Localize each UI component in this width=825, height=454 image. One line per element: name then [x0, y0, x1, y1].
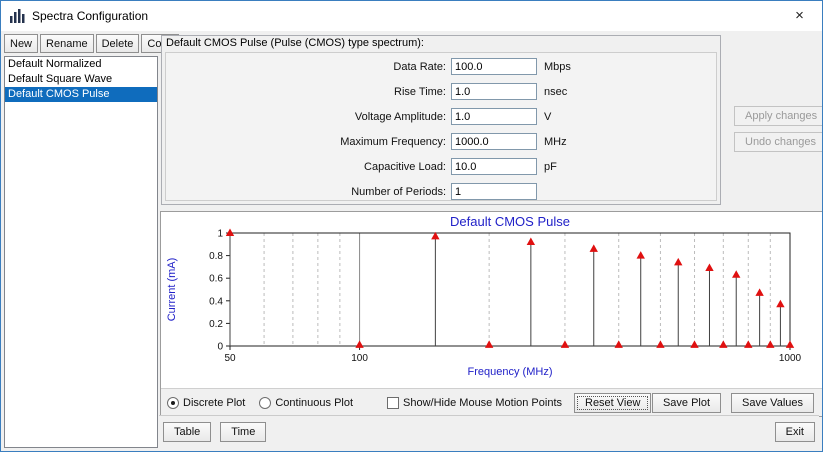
rename-button[interactable]: Rename [40, 34, 94, 53]
data-point-marker [776, 299, 785, 308]
data-point-marker [705, 263, 714, 272]
radio-label: Continuous Plot [275, 396, 354, 409]
data-point-marker [225, 228, 235, 236]
spectrum-chart[interactable]: Default CMOS Pulse 0 0.2 0.4 0.6 0.8 1 50 100 100… [161, 212, 822, 388]
app-icon [9, 8, 25, 24]
form-row: Maximum Frequency: MHz [166, 129, 716, 154]
continuous-plot-radio[interactable]: Continuous Plot [259, 396, 354, 409]
plot-controls: Discrete Plot Continuous Plot Show/Hide M… [161, 388, 822, 416]
x-axis-label: Frequency (MHz) [468, 366, 553, 378]
x-tick-label: 1000 [779, 353, 802, 364]
capacitive-load-input[interactable] [451, 158, 537, 175]
form-row: Rise Time: nsec [166, 79, 716, 104]
spectra-sidebar: NewRenameDeleteCopy Default NormalizedDe… [4, 34, 180, 448]
radio-icon [167, 396, 179, 409]
checkbox-label: Show/Hide Mouse Motion Points [403, 396, 562, 409]
form-row: Capacitive Load: pF [166, 154, 716, 179]
data-point-marker [589, 244, 598, 252]
data-point-marker [719, 340, 728, 348]
y-tick-label: 0.4 [209, 296, 223, 307]
table-button[interactable]: Table [163, 422, 212, 442]
data-point-marker [656, 340, 665, 348]
x-tick-label: 50 [224, 353, 236, 364]
field-unit: pF [544, 160, 557, 173]
y-axis-ticks: 0 0.2 0.4 0.6 0.8 1 [209, 229, 230, 353]
data-point-marker [732, 270, 741, 278]
data-rate-label: Data Rate: [393, 60, 446, 73]
voltage-amplitude-input[interactable] [451, 108, 537, 125]
plot-type-radio-group: Discrete Plot Continuous Plot [167, 396, 354, 409]
show-hide-mouse-motion-points-checkbox[interactable]: Show/Hide Mouse Motion Points [387, 396, 562, 409]
y-tick-label: 1 [217, 229, 223, 240]
rise-time-label: Rise Time: [394, 85, 446, 98]
group-title: Default CMOS Pulse (Pulse (CMOS) type sp… [166, 37, 424, 49]
radio-icon [259, 396, 272, 409]
data-point-marker [755, 288, 764, 296]
form-row: Number of Periods: [166, 179, 716, 204]
data-point-marker [484, 340, 494, 348]
new-button[interactable]: New [4, 34, 39, 53]
chart-title: Default CMOS Pulse [450, 214, 570, 229]
save-plot-button[interactable]: Save Plot [651, 392, 722, 413]
undo-changes-button[interactable]: Undo changes [734, 132, 822, 152]
field-unit: nsec [544, 85, 568, 98]
field-unit: V [544, 110, 552, 123]
maximum-frequency-input[interactable] [451, 133, 537, 150]
data-point-marker [614, 340, 623, 348]
y-tick-label: 0 [217, 342, 223, 353]
sidebar-button-row: NewRenameDeleteCopy [4, 34, 180, 53]
spectrum-chart-panel: Default CMOS Pulse 0 0.2 0.4 0.6 0.8 1 50 100 100… [160, 211, 822, 417]
pulse-settings-form: Data Rate: Mbps Rise Time: nsec Voltage Ampl… [165, 52, 717, 201]
data-point-marker [785, 340, 795, 348]
spectra-list: Default Normalized Default Square Wave Def… [4, 56, 158, 448]
spectra-configuration-window: Spectra Configuration × NewRenameDeleteC… [0, 0, 823, 452]
y-tick-label: 0.2 [209, 319, 223, 330]
reset-view-button[interactable]: Reset View [574, 392, 652, 413]
list-item-default-cmos-pulse[interactable]: Default CMOS Pulse [5, 87, 157, 102]
form-row: Data Rate: Mbps [166, 54, 716, 79]
list-item-default-normalized[interactable]: Default Normalized [5, 57, 157, 72]
data-point-marker [674, 257, 683, 266]
data-point-marker [766, 340, 775, 348]
y-tick-label: 0.6 [209, 274, 223, 285]
exit-button[interactable]: Exit [774, 422, 815, 442]
voltage-amplitude-label: Voltage Amplitude: [354, 110, 446, 123]
x-axis-ticks: 50 100 1000 [224, 346, 802, 364]
y-tick-label: 0.8 [209, 251, 223, 262]
data-point-marker [636, 251, 645, 259]
data-point-marker [560, 340, 570, 348]
window-title: Spectra Configuration [32, 9, 149, 23]
data-point-marker [690, 340, 699, 348]
capacitive-load-label: Capacitive Load: [364, 160, 446, 173]
data-point-marker [526, 237, 536, 246]
apply-changes-button[interactable]: Apply changes [734, 106, 822, 126]
checkbox-icon [387, 396, 400, 409]
gridlines [263, 233, 771, 346]
close-button[interactable]: × [777, 1, 822, 31]
radio-label: Discrete Plot [183, 396, 246, 409]
y-axis-label: Current (mA) [166, 258, 178, 322]
stem-lines [229, 233, 791, 346]
number-of-periods-input[interactable] [451, 183, 537, 200]
discrete-plot-radio[interactable]: Discrete Plot [167, 396, 246, 409]
time-button[interactable]: Time [220, 422, 267, 442]
title-bar: Spectra Configuration × [1, 1, 822, 31]
list-item-default-square-wave[interactable]: Default Square Wave [5, 72, 157, 87]
data-point-marker [744, 340, 753, 348]
pulse-settings-group: Default CMOS Pulse (Pulse (CMOS) type sp… [161, 35, 721, 205]
delete-button[interactable]: Delete [95, 34, 140, 53]
rise-time-input[interactable] [451, 83, 537, 100]
save-values-button[interactable]: Save Values [731, 392, 814, 413]
footer-bar: Table Time Exit [159, 415, 819, 448]
x-tick-label: 100 [351, 353, 368, 364]
data-markers [225, 228, 795, 348]
data-point-marker [355, 340, 364, 348]
field-unit: MHz [544, 135, 567, 148]
field-unit: Mbps [544, 60, 571, 73]
number-of-periods-label: Number of Periods: [351, 185, 446, 198]
plot-border [229, 232, 791, 347]
maximum-frequency-label: Maximum Frequency: [340, 135, 446, 148]
form-row: Voltage Amplitude: V [166, 104, 716, 129]
data-rate-input[interactable] [451, 58, 537, 75]
